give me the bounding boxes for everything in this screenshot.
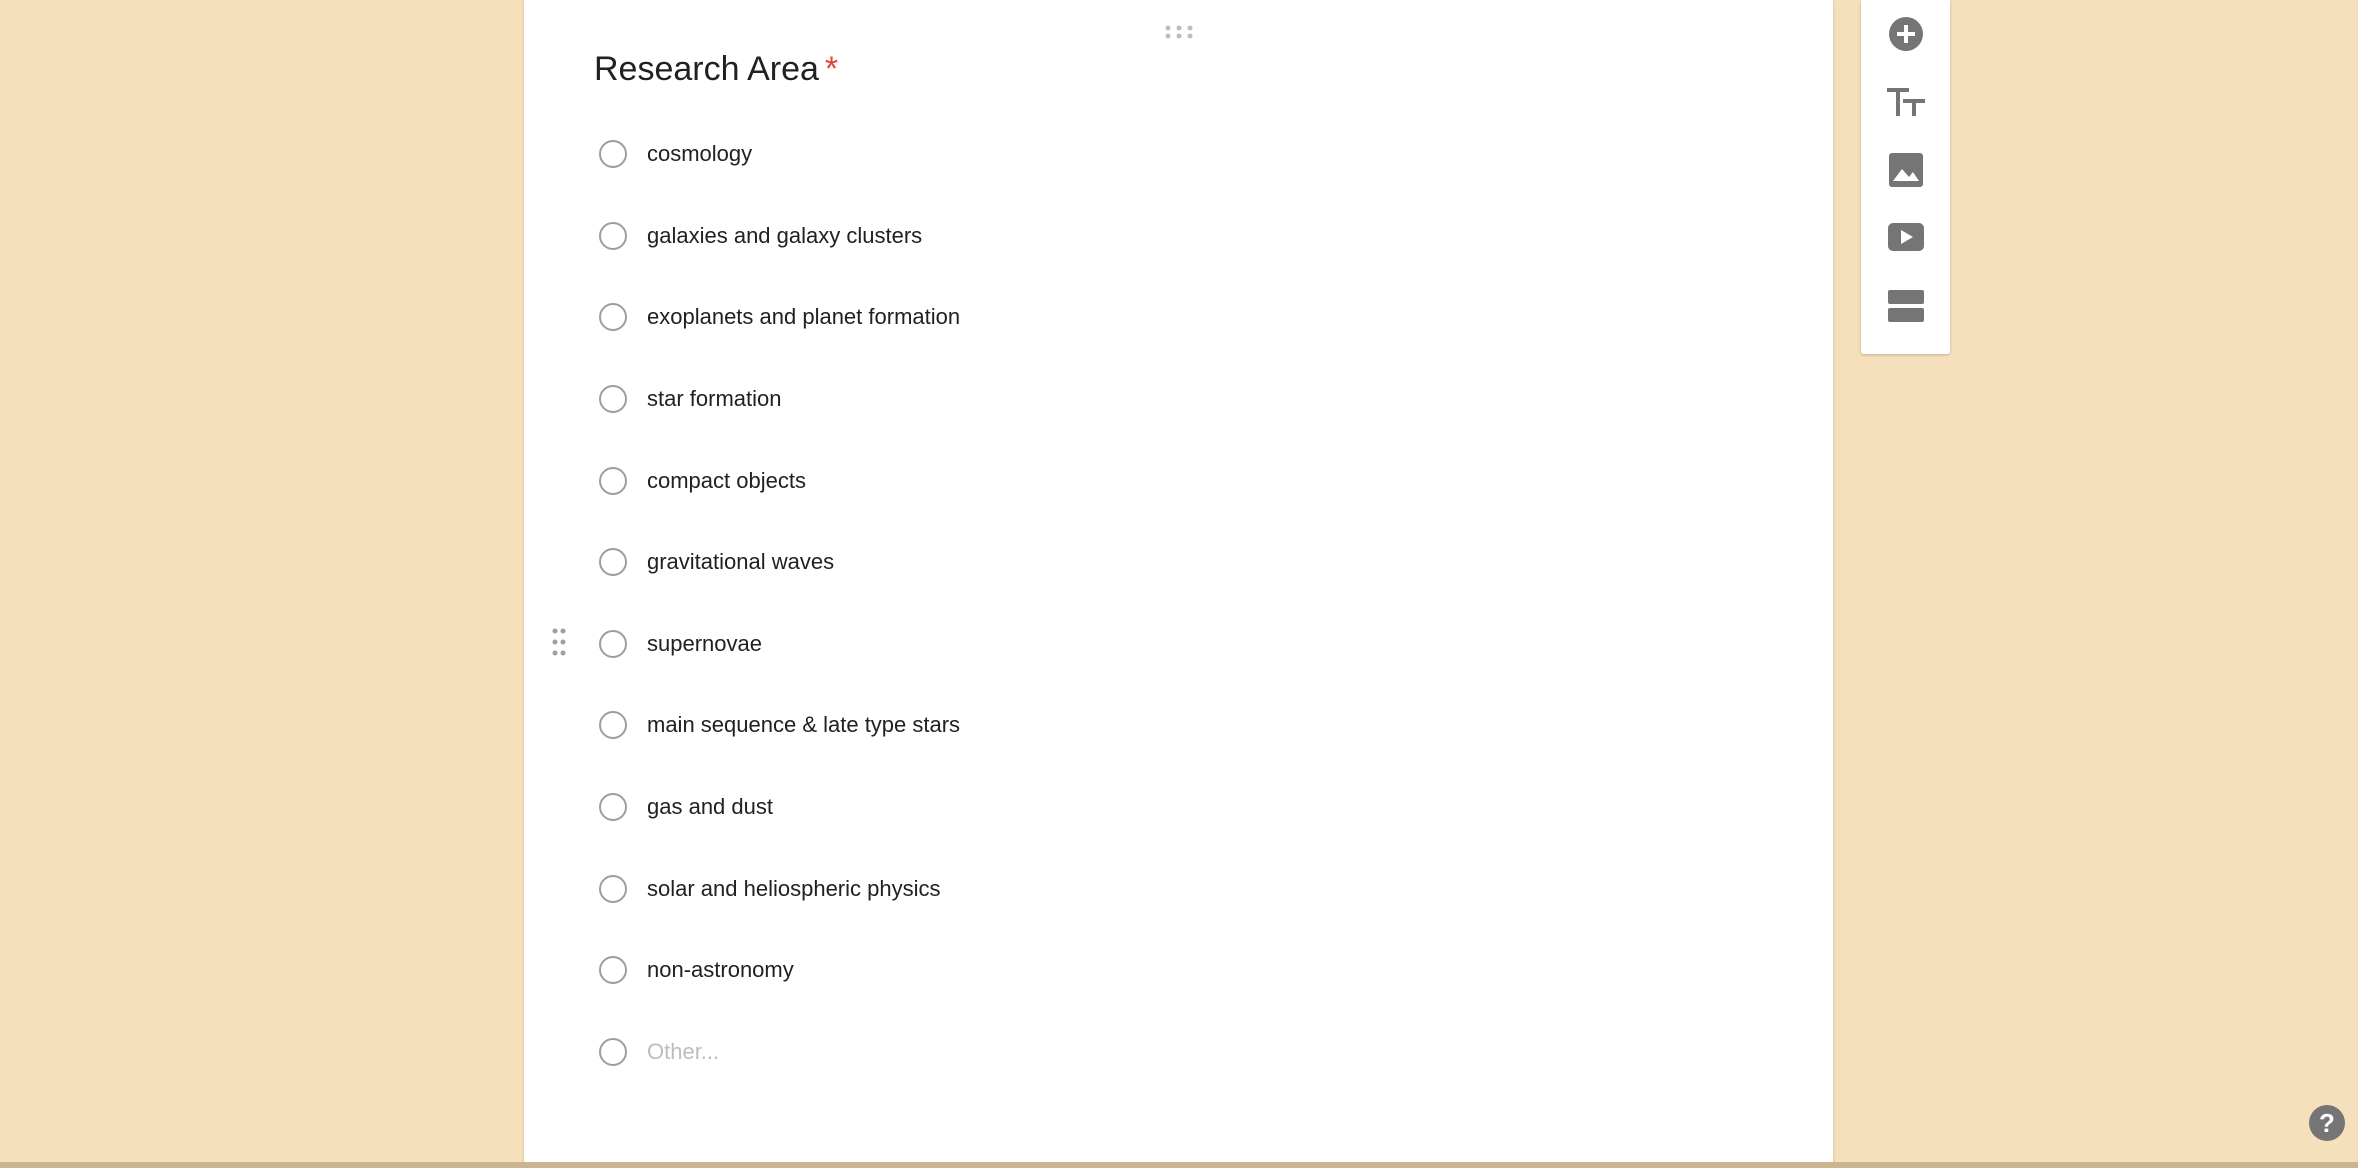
option-row[interactable]: galaxies and galaxy clusters xyxy=(596,216,922,256)
question-title-text: Research Area xyxy=(594,50,819,88)
help-icon: ? xyxy=(2319,1107,2335,1138)
add-video-button[interactable] xyxy=(1861,204,1950,272)
radio-button[interactable] xyxy=(599,711,627,739)
option-drag-handle-icon[interactable] xyxy=(552,628,566,656)
side-toolbar xyxy=(1861,0,1950,354)
help-button[interactable]: ? xyxy=(2309,1105,2345,1141)
option-label[interactable]: star formation xyxy=(647,386,782,412)
radio-button[interactable] xyxy=(599,956,627,984)
option-label[interactable]: compact objects xyxy=(647,468,806,494)
bottom-edge xyxy=(0,1162,2358,1168)
option-row[interactable]: cosmology xyxy=(596,134,752,174)
option-label[interactable]: galaxies and galaxy clusters xyxy=(647,223,922,249)
option-label[interactable]: gravitational waves xyxy=(647,549,834,575)
required-marker: * xyxy=(824,50,839,88)
add-image-button[interactable] xyxy=(1861,136,1950,204)
option-label[interactable]: exoplanets and planet formation xyxy=(647,304,960,330)
section-icon xyxy=(1887,290,1924,322)
add-title-button[interactable] xyxy=(1861,68,1950,136)
image-icon xyxy=(1888,153,1923,187)
option-row[interactable]: supernovae xyxy=(596,624,762,664)
option-label[interactable]: main sequence & late type stars xyxy=(647,712,960,738)
option-row[interactable]: exoplanets and planet formation xyxy=(596,297,960,337)
question-card[interactable]: Research Area * cosmology galaxies and ga… xyxy=(524,0,1833,1168)
radio-button[interactable] xyxy=(599,385,627,413)
option-label[interactable]: supernovae xyxy=(647,631,762,657)
option-label[interactable]: non-astronomy xyxy=(647,957,794,983)
video-icon xyxy=(1887,223,1924,251)
radio-button[interactable] xyxy=(599,303,627,331)
option-row[interactable]: star formation xyxy=(596,379,782,419)
option-row[interactable]: compact objects xyxy=(596,461,806,501)
radio-button[interactable] xyxy=(599,793,627,821)
add-section-button[interactable] xyxy=(1861,272,1950,340)
option-label[interactable]: gas and dust xyxy=(647,794,773,820)
radio-button[interactable] xyxy=(599,630,627,658)
option-row[interactable]: gas and dust xyxy=(596,787,773,827)
option-label[interactable]: solar and heliospheric physics xyxy=(647,876,941,902)
add-circle-icon xyxy=(1888,17,1923,51)
radio-button[interactable] xyxy=(599,548,627,576)
radio-button[interactable] xyxy=(599,875,627,903)
radio-button[interactable] xyxy=(599,140,627,168)
drag-handle-icon[interactable] xyxy=(1165,24,1193,40)
option-row[interactable]: gravitational waves xyxy=(596,542,834,582)
radio-button[interactable] xyxy=(599,222,627,250)
option-row[interactable]: non-astronomy xyxy=(596,950,794,990)
option-label[interactable]: cosmology xyxy=(647,141,752,167)
radio-button[interactable] xyxy=(599,467,627,495)
add-other-option-row[interactable]: Other... xyxy=(596,1032,719,1072)
radio-button[interactable] xyxy=(599,1038,627,1066)
option-row[interactable]: main sequence & late type stars xyxy=(596,705,960,745)
form-editor-page: Research Area * cosmology galaxies and ga… xyxy=(0,0,2358,1168)
title-text-icon xyxy=(1886,88,1925,116)
question-title[interactable]: Research Area * xyxy=(594,50,838,89)
other-option-placeholder[interactable]: Other... xyxy=(647,1039,719,1065)
option-row[interactable]: solar and heliospheric physics xyxy=(596,869,941,909)
add-question-button[interactable] xyxy=(1861,0,1950,68)
